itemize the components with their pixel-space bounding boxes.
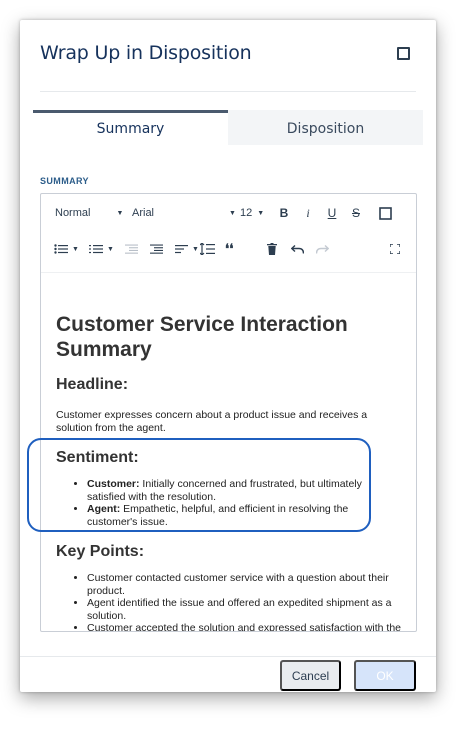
chevron-down-icon: ▼ [107, 245, 114, 253]
headline-heading: Headline: [56, 376, 129, 393]
wrap-up-dialog: Wrap Up in Disposition Summary Dispositi… [20, 20, 436, 692]
font-size-value: 12 [240, 207, 253, 219]
header-divider [40, 91, 416, 92]
blockquote-icon[interactable]: ❛❛ [225, 239, 233, 259]
text-color-icon[interactable] [378, 203, 392, 223]
keypoints-list: Customer contacted customer service with… [56, 572, 401, 631]
numbered-list-icon[interactable]: ▼ [89, 239, 114, 259]
ok-button[interactable]: OK [354, 660, 416, 691]
document-title: Customer Service Interaction Summary [56, 313, 348, 361]
chevron-down-icon: ▼ [116, 209, 124, 217]
outdent-icon[interactable] [125, 239, 138, 259]
tab-disposition[interactable]: Disposition [228, 110, 423, 145]
italic-icon[interactable]: i [301, 203, 315, 223]
footer-divider [20, 656, 436, 657]
cancel-button[interactable]: Cancel [280, 660, 341, 691]
toolbar-divider [41, 272, 416, 273]
bold-icon[interactable]: B [277, 203, 291, 223]
list-item: Customer: Initially concerned and frustr… [87, 478, 401, 503]
paragraph-style-select[interactable]: Normal ▼ [55, 203, 123, 223]
fullscreen-icon[interactable] [390, 239, 400, 259]
line-height-icon[interactable] [200, 239, 215, 259]
sentiment-list: Customer: Initially concerned and frustr… [56, 478, 401, 528]
sentiment-text: Empathetic, helpful, and efficient in re… [87, 503, 349, 528]
dialog-title: Wrap Up in Disposition [40, 42, 252, 64]
tab-summary[interactable]: Summary [33, 110, 228, 145]
chevron-down-icon: ▼ [257, 209, 265, 217]
toolbar-row-paragraph: ▼ ▼ ▼ ❛❛ [41, 236, 416, 262]
chevron-down-icon: ▼ [72, 245, 79, 253]
font-family-select[interactable]: Arial ▼ [132, 203, 236, 223]
editor-content[interactable]: Customer Service Interaction Summary Hea… [56, 312, 401, 631]
redo-icon[interactable] [316, 239, 329, 259]
sentiment-label: Customer: [87, 478, 140, 490]
trash-icon[interactable] [267, 239, 277, 259]
chevron-down-icon: ▼ [229, 209, 236, 217]
sentiment-label: Agent: [87, 503, 121, 515]
maximize-icon[interactable] [397, 47, 410, 60]
keypoints-heading: Key Points: [56, 543, 145, 560]
underline-icon[interactable]: U [325, 203, 339, 223]
font-size-select[interactable]: 12 ▼ [240, 203, 264, 223]
sentiment-heading: Sentiment: [56, 449, 139, 466]
align-icon[interactable]: ▼ [175, 239, 199, 259]
tab-bar: Summary Disposition [33, 110, 423, 145]
list-item: Agent identified the issue and offered a… [87, 597, 401, 622]
list-item: Customer accepted the solution and expre… [87, 622, 401, 631]
section-label: SUMMARY [40, 176, 89, 186]
chevron-down-icon: ▼ [192, 245, 199, 253]
rich-text-editor[interactable]: Normal ▼ Arial ▼ 12 ▼ B i U S ▼ ▼ ▼ ❛❛ C… [40, 193, 417, 632]
undo-icon[interactable] [291, 239, 304, 259]
list-item: Agent: Empathetic, helpful, and efficien… [87, 503, 401, 528]
bullet-list-icon[interactable]: ▼ [54, 239, 79, 259]
toolbar-row-format: Normal ▼ Arial ▼ 12 ▼ B i U S [41, 200, 416, 226]
list-item: Customer contacted customer service with… [87, 572, 401, 597]
indent-icon[interactable] [150, 239, 163, 259]
headline-text: Customer expresses concern about a produ… [56, 409, 368, 434]
font-family-value: Arial [132, 207, 155, 219]
paragraph-style-value: Normal [55, 207, 91, 219]
strikethrough-icon[interactable]: S [349, 203, 363, 223]
